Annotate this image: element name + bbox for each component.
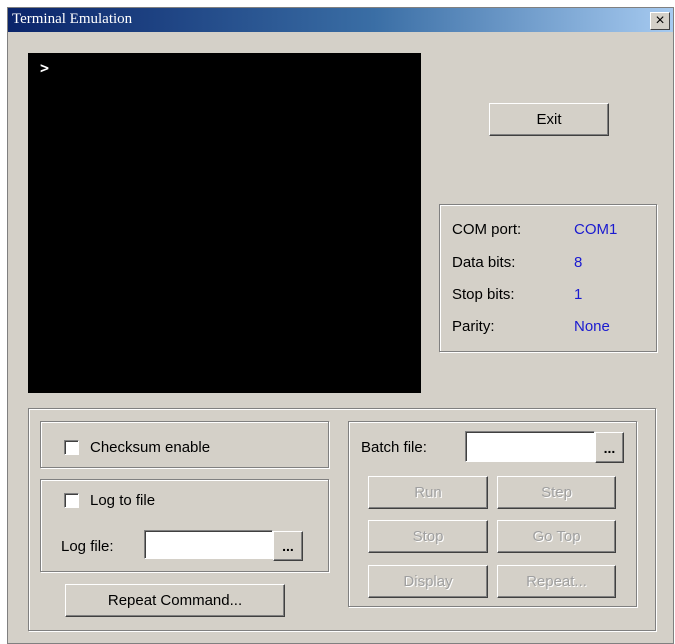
title-bar[interactable]: Terminal Emulation: [8, 8, 673, 32]
log-to-file-checkbox[interactable]: [64, 493, 79, 508]
exit-button[interactable]: Exit: [489, 103, 609, 136]
log-to-file-label: Log to file: [90, 492, 156, 509]
log-file-input[interactable]: [144, 530, 273, 559]
stop-bits-label: Stop bits:: [452, 286, 515, 303]
com-port-label: COM port:: [452, 221, 522, 238]
batch-file-input[interactable]: [465, 431, 595, 462]
repeat-button[interactable]: Repeat...: [497, 565, 616, 598]
log-file-label: Log file:: [61, 538, 114, 555]
window-title: Terminal Emulation: [12, 11, 133, 27]
close-button[interactable]: ×: [650, 12, 670, 30]
stop-button[interactable]: Stop: [368, 520, 488, 553]
repeat-command-button[interactable]: Repeat Command...: [65, 584, 285, 617]
parity-value: None: [574, 318, 610, 335]
stop-bits-value: 1: [574, 286, 583, 303]
data-bits-label: Data bits:: [452, 254, 516, 271]
step-button[interactable]: Step: [497, 476, 616, 509]
terminal-screen[interactable]: >: [28, 53, 421, 393]
go-top-button[interactable]: Go Top: [497, 520, 616, 553]
checksum-label: Checksum enable: [90, 439, 211, 456]
checksum-checkbox[interactable]: [64, 440, 79, 455]
run-button[interactable]: Run: [368, 476, 488, 509]
log-file-browse-button[interactable]: ...: [273, 531, 303, 561]
terminal-prompt: >: [40, 59, 50, 77]
parity-label: Parity:: [452, 318, 495, 335]
display-button[interactable]: Display: [368, 565, 488, 598]
com-port-value: COM1: [574, 221, 618, 238]
batch-file-label: Batch file:: [361, 439, 427, 456]
batch-file-browse-button[interactable]: ...: [595, 432, 624, 463]
data-bits-value: 8: [574, 254, 583, 271]
